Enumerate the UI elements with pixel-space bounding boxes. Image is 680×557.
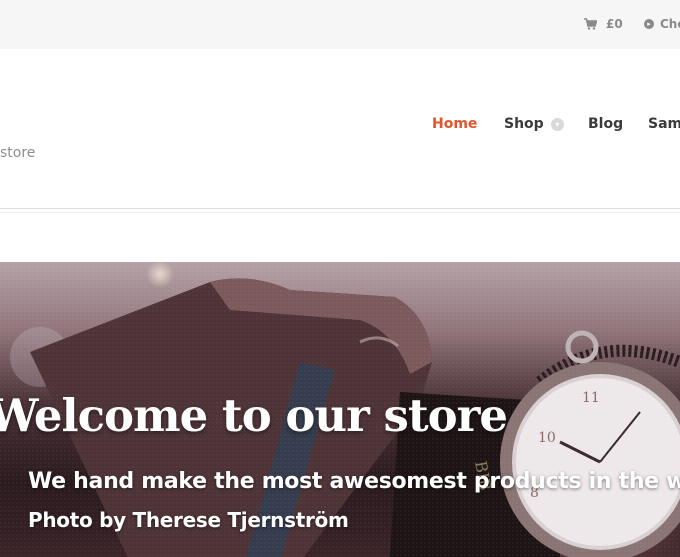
nav-item-label: Blog [588, 116, 624, 132]
hero-subtitle: We hand make the most awesomest products… [28, 469, 680, 494]
site-tagline: store [0, 145, 36, 161]
header-divider-secondary [0, 212, 680, 213]
site-header: store Home Shop ▾ Blog Samp [0, 49, 680, 209]
nav-item-sample[interactable]: Samp [648, 116, 680, 132]
checkout-label: Che [660, 17, 680, 31]
chevron-right-icon: ▸ [644, 19, 654, 29]
chevron-down-icon[interactable]: ▾ [550, 117, 564, 131]
cart-total: £0 [606, 17, 623, 31]
nav-item-label: Home [432, 116, 478, 132]
hero-banner: BIB 11 10 8 Welcome to our store We hand… [0, 262, 680, 557]
nav-item-label: Shop [504, 116, 544, 132]
cart-icon [584, 18, 598, 30]
top-bar: £0 ▸ Che [0, 0, 680, 49]
nav-item-label: Samp [648, 116, 680, 132]
cart-link[interactable]: £0 [584, 17, 623, 31]
checkout-link[interactable]: ▸ Che [644, 17, 680, 31]
hero-title: Welcome to our store [0, 389, 508, 442]
nav-item-shop[interactable]: Shop ▾ [504, 116, 564, 132]
nav-item-home[interactable]: Home [432, 116, 477, 132]
hero-photo-credit: Photo by Therese Tjernström [28, 508, 349, 532]
nav-item-blog[interactable]: Blog [588, 116, 623, 132]
header-divider [0, 208, 680, 209]
main-nav: Home Shop ▾ Blog Samp [0, 116, 680, 136]
